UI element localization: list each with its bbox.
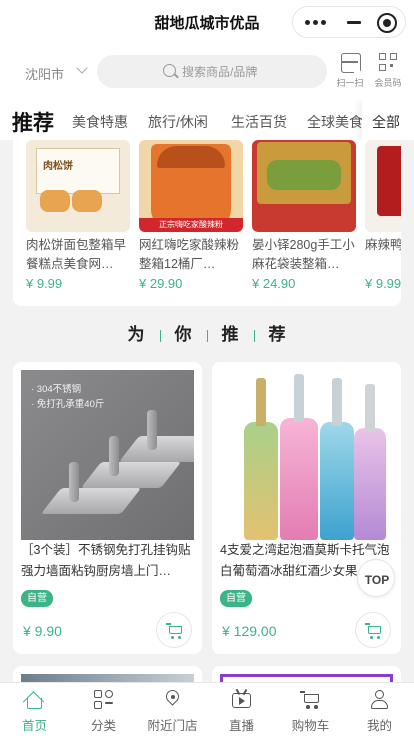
qr-code-icon xyxy=(378,52,398,72)
featured-item-price: ¥ 24.90 xyxy=(252,276,296,291)
product-card[interactable]: · 304不锈钢 · 免打孔承重40斤 ［3个装］不锈钢免打孔挂钩贴强力墙面粘钩… xyxy=(13,362,202,654)
add-to-cart-button[interactable] xyxy=(355,612,391,648)
section-title-char: 推 xyxy=(221,325,240,344)
tabbar-label: 首页 xyxy=(21,719,47,733)
search-row: 沈阳市 扫一扫 会员码 xyxy=(0,44,414,100)
tab-food-deals[interactable]: 美食特惠 xyxy=(72,112,128,132)
tabbar-label: 直播 xyxy=(228,719,254,733)
section-title-char: 你 xyxy=(174,325,193,344)
section-title-recommend: 为你推荐 xyxy=(0,320,414,350)
product-image-text: · 免打孔承重40斤 xyxy=(31,399,105,410)
tabbar-item-live[interactable]: 直播 xyxy=(207,683,276,736)
category-icon xyxy=(93,689,114,710)
tab-all-label: 全部 xyxy=(372,114,400,130)
product-price: ¥ 9.90 xyxy=(23,623,62,639)
tabbar-label: 我的 xyxy=(366,719,392,733)
cart-icon xyxy=(365,622,383,640)
title-bar: 甜地瓜城市优品 xyxy=(0,0,414,44)
bottom-tab-bar: 首页 分类 附近门店 直播 购物车 我的 xyxy=(0,682,414,736)
product-image: 肉松饼 xyxy=(26,140,130,232)
section-title-char: 荐 xyxy=(268,325,287,344)
live-tv-icon xyxy=(231,689,252,710)
back-to-top-button[interactable]: TOP xyxy=(357,559,395,597)
member-code-label: 会员码 xyxy=(374,78,402,88)
tabbar-item-me[interactable]: 我的 xyxy=(345,683,414,736)
product-image-tag: 正宗嗨吃家酸辣粉 xyxy=(139,218,243,232)
search-icon xyxy=(163,64,176,77)
tab-recommend[interactable]: 推荐 xyxy=(12,107,54,137)
tabbar-label: 购物车 xyxy=(291,719,330,733)
miniprogram-capsule xyxy=(292,6,406,38)
featured-item-name: 网红嗨吃家酸辣粉整箱12桶厂… xyxy=(139,238,240,271)
section-divider xyxy=(159,329,161,342)
tabbar-item-nearby-stores[interactable]: 附近门店 xyxy=(138,683,207,736)
tabbar-label: 分类 xyxy=(90,719,116,733)
section-title-char: 为 xyxy=(127,325,146,344)
self-operated-badge: 自营 xyxy=(21,590,53,607)
scan-button[interactable]: 扫一扫 xyxy=(332,52,368,94)
featured-item-price: ¥ 9.99 xyxy=(26,276,63,291)
location-pin-icon xyxy=(162,687,183,710)
featured-carousel[interactable]: 肉松饼 肉松饼面包整箱早餐糕点美食网… ¥ 9.99 正宗嗨吃家酸辣粉 网红嗨吃… xyxy=(13,140,401,306)
minimize-icon[interactable] xyxy=(347,21,361,24)
close-capsule-icon[interactable] xyxy=(377,13,397,33)
product-image xyxy=(220,370,393,540)
more-options-icon[interactable] xyxy=(305,17,327,27)
member-code-button[interactable]: 会员码 xyxy=(370,52,406,94)
product-image xyxy=(252,140,356,232)
product-image: 正宗嗨吃家酸辣粉 xyxy=(139,140,243,232)
product-image: · 304不锈钢 · 免打孔承重40斤 xyxy=(21,370,194,540)
tabbar-item-category[interactable]: 分类 xyxy=(69,683,138,736)
product-card[interactable]: 4支爱之湾起泡酒莫斯卡托气泡白葡萄酒冰甜红酒少女果… 自营 ¥ 129.00 xyxy=(212,362,401,654)
featured-item-name: 肉松饼面包整箱早餐糕点美食网… xyxy=(26,238,127,271)
section-divider xyxy=(253,329,255,342)
back-to-top-label: TOP xyxy=(364,573,390,587)
cart-icon xyxy=(300,689,321,710)
city-selector[interactable]: 沈阳市 xyxy=(25,64,64,83)
section-divider xyxy=(206,329,208,342)
add-to-cart-button[interactable] xyxy=(156,612,192,648)
tab-travel-leisure[interactable]: 旅行/休闲 xyxy=(148,112,208,132)
self-operated-badge: 自营 xyxy=(220,590,252,607)
cart-icon xyxy=(166,622,184,640)
home-icon xyxy=(22,689,45,713)
category-tabs: 推荐 美食特惠 旅行/休闲 生活百货 全球美食 全部 xyxy=(0,100,414,140)
product-image-text: · 304不锈钢 xyxy=(31,384,82,395)
product-image xyxy=(365,140,401,232)
user-icon xyxy=(369,689,390,710)
featured-item-price: ¥ 9.99 xyxy=(365,276,401,291)
product-name: ［3个装］不锈钢免打孔挂钩贴强力墙面粘钩厨房墙上门… xyxy=(21,543,191,578)
tabbar-item-home[interactable]: 首页 xyxy=(0,683,69,736)
tabbar-label: 附近门店 xyxy=(147,719,198,733)
product-price: ¥ 129.00 xyxy=(222,623,277,639)
tab-all[interactable]: 全部 xyxy=(362,100,414,140)
chevron-down-icon[interactable] xyxy=(76,62,88,74)
featured-item-name: 麻辣鸭…辣味休… xyxy=(365,238,401,252)
featured-item-price: ¥ 29.90 xyxy=(139,276,183,291)
search-input[interactable] xyxy=(182,63,312,81)
scan-icon xyxy=(340,52,360,72)
featured-item-name: 晏小铎280g手工小麻花袋装整箱… xyxy=(252,238,355,271)
tab-daily-goods[interactable]: 生活百货 xyxy=(231,112,287,132)
tab-global-food[interactable]: 全球美食 xyxy=(307,112,363,132)
scan-label: 扫一扫 xyxy=(336,78,364,88)
search-bar[interactable] xyxy=(97,55,327,88)
tabbar-item-cart[interactable]: 购物车 xyxy=(276,683,345,736)
